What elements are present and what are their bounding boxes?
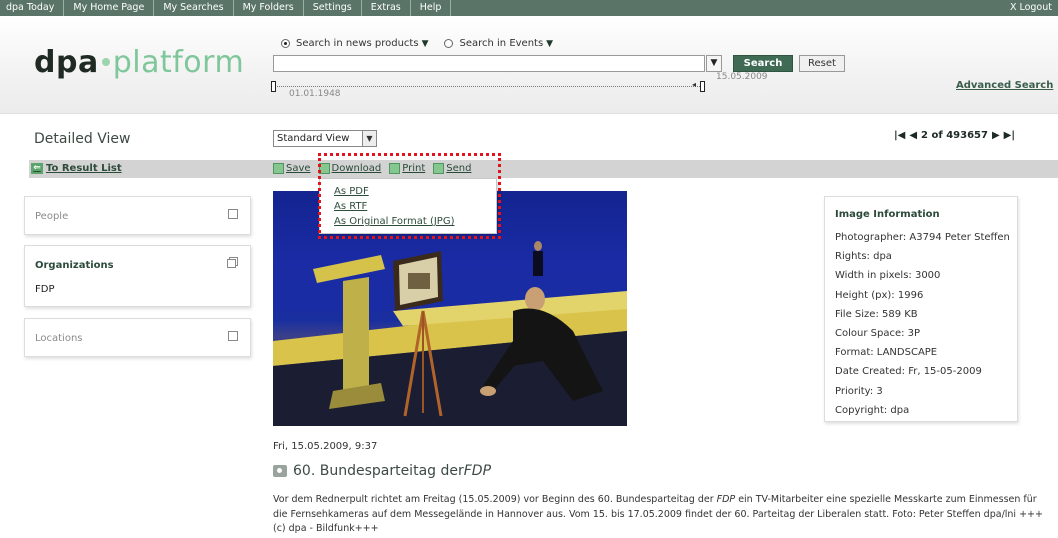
download-icon [318,163,330,174]
image-information-panel: Image Information Photographer: A3794 Pe… [824,196,1018,422]
date-range-end: 15.05.2009 [716,72,768,82]
info-row: Date Created: Fr, 15-05-2009 [835,366,982,378]
camera-icon [273,465,287,477]
slider-arrow-icon: ◂ [692,80,697,89]
radio-events-label[interactable]: Search in Events [459,38,543,49]
search-scope: Search in news products ▼ Search in Even… [281,38,553,49]
view-mode-value: Standard View [277,133,350,144]
download-as-pdf[interactable]: As PDF [334,186,369,197]
info-row: Copyright: dpa [835,404,910,416]
events-options-dropdown-icon[interactable]: ▼ [546,39,553,49]
date-slider-end-handle[interactable] [700,81,705,92]
nav-extras[interactable]: Extras [362,0,411,16]
logo-platform: platform [112,45,245,80]
info-row: Priority: 3 [835,385,883,397]
logout-link[interactable]: X Logout [1002,0,1058,16]
next-icon[interactable]: ▶ [992,130,1000,141]
organizations-panel: Organizations FDP [24,245,251,307]
back-to-results-label: To Result List [46,163,122,174]
logo-dpa: dpa [34,45,99,80]
result-pager: |◀ ◀ 2 of 493657 ▶ ▶| [894,130,1015,141]
search-history-dropdown[interactable]: ▼ [706,55,722,72]
image-information-heading: Image Information [835,209,940,220]
radio-news-products[interactable] [281,39,290,48]
send-button[interactable]: Send [433,163,471,174]
page-title: Detailed View [34,131,131,147]
article-caption: Vor dem Rednerpult richtet am Freitag (1… [273,493,1053,537]
organization-item[interactable]: FDP [35,284,54,295]
document-actions: Save Download Print Send [273,163,479,174]
radio-events[interactable] [444,39,454,48]
search-button[interactable]: Search [733,55,793,72]
advanced-search-link[interactable]: Advanced Search [956,80,1053,91]
info-row: File Size: 589 KB [835,308,918,320]
dpa-platform-logo[interactable]: dpa platform [34,48,244,78]
download-label: Download [331,163,382,174]
people-panel-title: People [35,211,69,222]
headline-emphasis: FDP [463,463,492,479]
save-button[interactable]: Save [273,163,311,174]
back-arrow-icon: ⇐ [31,163,43,174]
nav-help[interactable]: Help [411,0,452,16]
chevron-down-icon[interactable]: ▼ [362,131,376,146]
nav-dpa-today[interactable]: dpa Today [0,0,65,16]
organizations-panel-title: Organizations [35,260,114,271]
date-slider-track[interactable] [274,86,704,87]
send-icon [433,163,445,174]
send-label: Send [446,163,472,174]
save-label: Save [286,163,311,174]
info-row: Height (px): 1996 [835,289,924,301]
people-panel: People [24,196,251,235]
nav-settings[interactable]: Settings [304,0,362,16]
nav-my-home-page[interactable]: My Home Page [64,0,155,16]
download-as-original[interactable]: As Original Format (JPG) [334,216,455,227]
search-input[interactable] [273,55,705,72]
print-button[interactable]: Print [389,163,425,174]
expand-people-icon[interactable] [228,209,238,219]
locations-panel-title: Locations [35,333,83,344]
previous-icon[interactable]: ◀ [909,130,917,141]
locations-panel: Locations [24,318,251,357]
date-range-start: 01.01.1948 [289,89,341,99]
expand-locations-icon[interactable] [228,331,238,341]
info-row: Width in pixels: 3000 [835,270,941,282]
back-to-results-link[interactable]: ⇐ To Result List [31,163,122,174]
nav-my-folders[interactable]: My Folders [234,0,304,16]
info-row: Format: LANDSCAPE [835,347,938,359]
top-nav: dpa Today My Home Page My Searches My Fo… [0,0,1058,16]
action-toolbar [29,160,1058,178]
caption-emphasis: FDP [716,494,736,505]
pager-position: 2 of 493657 [921,130,988,141]
download-button[interactable]: Download [318,163,382,174]
nav-my-searches[interactable]: My Searches [154,0,234,16]
reset-button[interactable]: Reset [799,55,845,72]
logo-dot-icon [101,57,110,66]
download-as-rtf[interactable]: As RTF [334,201,367,212]
print-label: Print [402,163,426,174]
radio-news-label[interactable]: Search in news products [296,38,419,49]
info-row: Rights: dpa [835,251,892,263]
download-menu: As PDF As RTF As Original Format (JPG) [319,178,497,234]
article-headline: 60. Bundesparteitag der FDP [273,463,491,479]
print-icon [389,163,401,174]
headline-text: 60. Bundesparteitag der [293,463,464,479]
last-page-icon[interactable]: ▶| [1004,130,1015,141]
view-mode-select[interactable]: Standard View ▼ [273,130,377,147]
news-options-dropdown-icon[interactable]: ▼ [422,39,429,49]
collapse-organizations-icon[interactable] [227,257,238,268]
article-dateline: Fri, 15.05.2009, 9:37 [273,441,378,452]
save-icon [273,163,284,174]
info-row: Colour Space: 3P [835,328,921,340]
caption-part-1: Vor dem Rednerpult richtet am Freitag (1… [273,494,717,505]
info-row: Photographer: A3794 Peter Steffen [835,232,1010,243]
first-page-icon[interactable]: |◀ [894,130,905,141]
date-slider-start-handle[interactable] [271,81,276,92]
